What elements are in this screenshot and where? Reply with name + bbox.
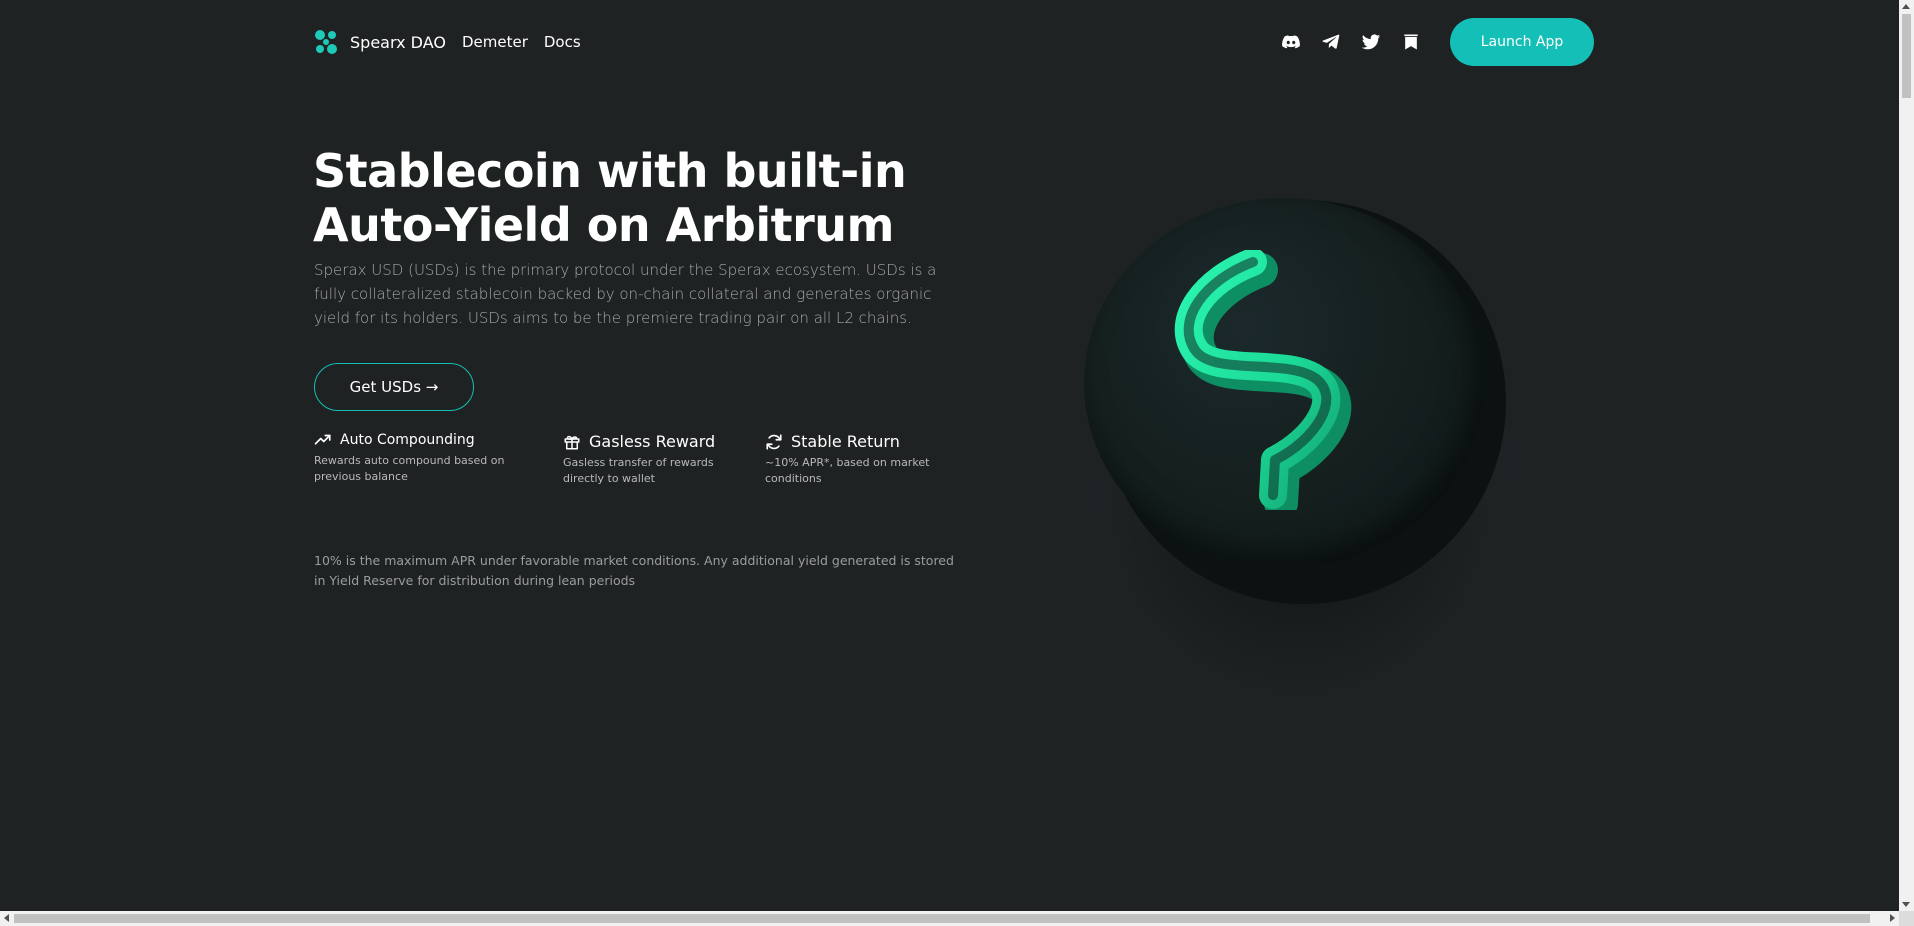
horizontal-scrollbar[interactable] bbox=[0, 911, 1899, 926]
nav-link-docs[interactable]: Docs bbox=[544, 33, 581, 51]
brand[interactable]: Spearx DAO bbox=[314, 29, 446, 55]
feature-head: Auto Compounding bbox=[314, 431, 504, 449]
feature-auto-compounding: Auto Compounding Rewards auto compound b… bbox=[314, 431, 504, 485]
twitter-icon[interactable] bbox=[1360, 31, 1382, 53]
horizontal-scroll-thumb[interactable] bbox=[14, 914, 1870, 923]
feature-title: Stable Return bbox=[791, 432, 900, 451]
feature-head: Stable Return bbox=[765, 432, 929, 451]
gift-icon bbox=[563, 433, 581, 451]
vertical-scroll-thumb[interactable] bbox=[1902, 14, 1911, 98]
feature-desc-line1: Gasless transfer of rewards bbox=[563, 456, 714, 469]
get-usds-button[interactable]: Get USDs → bbox=[314, 363, 474, 411]
feature-description: Gasless transfer of rewards directly to … bbox=[563, 455, 715, 487]
medium-icon[interactable] bbox=[1400, 31, 1422, 53]
brand-name: Spearx DAO bbox=[350, 32, 446, 52]
refresh-icon bbox=[765, 433, 783, 451]
sperax-logo-icon bbox=[315, 30, 337, 54]
apr-footnote: 10% is the maximum APR under favorable m… bbox=[314, 553, 954, 588]
scroll-right-arrow-icon[interactable] bbox=[1890, 914, 1895, 922]
feature-title: Auto Compounding bbox=[340, 432, 475, 448]
hero-title-line1: Stablecoin with built-in bbox=[313, 144, 907, 198]
scroll-down-arrow-icon[interactable] bbox=[1902, 902, 1910, 907]
feature-title: Gasless Reward bbox=[589, 432, 716, 451]
feature-description: Rewards auto compound based on previous … bbox=[314, 453, 504, 485]
feature-desc-line2: directly to wallet bbox=[563, 472, 655, 485]
feature-desc-line1: ~10% APR*, based on market bbox=[765, 456, 930, 469]
feature-desc-line1: Rewards auto compound based on bbox=[314, 454, 505, 467]
hero-title: Stablecoin with built-in Auto-Yield on A… bbox=[313, 144, 953, 252]
hero-title-line2: Auto-Yield on Arbitrum bbox=[313, 198, 894, 252]
page: Spearx DAO Demeter Docs Launch App Stabl… bbox=[0, 0, 1914, 926]
feature-stable-return: Stable Return ~10% APR*, based on market… bbox=[765, 432, 929, 487]
feature-gasless-reward: Gasless Reward Gasless transfer of rewar… bbox=[563, 432, 715, 487]
discord-icon[interactable] bbox=[1280, 31, 1302, 53]
trending-up-icon bbox=[314, 431, 332, 449]
scroll-left-arrow-icon[interactable] bbox=[4, 914, 9, 922]
sperax-s-logo-icon bbox=[1174, 250, 1352, 510]
feature-head: Gasless Reward bbox=[563, 432, 715, 451]
nav-right: Launch App bbox=[1280, 18, 1594, 66]
feature-desc-line2: previous balance bbox=[314, 470, 408, 483]
launch-app-button[interactable]: Launch App bbox=[1450, 18, 1594, 66]
navbar: Spearx DAO Demeter Docs Launch App bbox=[314, 18, 1594, 66]
hero-description: Sperax USD (USDs) is the primary protoco… bbox=[314, 261, 937, 327]
coin-illustration bbox=[1000, 170, 1600, 720]
scroll-up-arrow-icon[interactable] bbox=[1902, 4, 1910, 9]
feature-desc-line2: conditions bbox=[765, 472, 822, 485]
vertical-scrollbar[interactable] bbox=[1899, 0, 1914, 911]
scrollbar-corner bbox=[1899, 911, 1914, 926]
nav-left: Spearx DAO Demeter Docs bbox=[314, 29, 581, 55]
nav-link-demeter[interactable]: Demeter bbox=[462, 33, 528, 51]
telegram-icon[interactable] bbox=[1320, 31, 1342, 53]
feature-description: ~10% APR*, based on market conditions bbox=[765, 455, 929, 487]
